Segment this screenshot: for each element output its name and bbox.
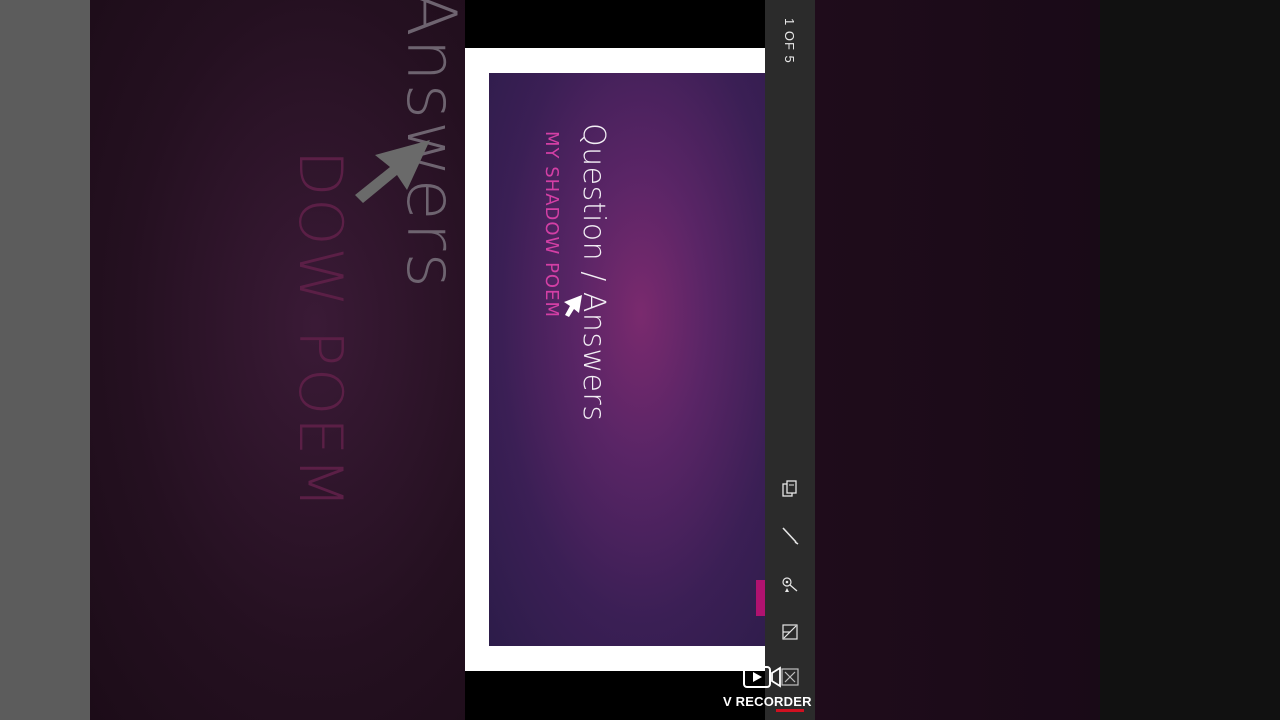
copy-icon: [782, 480, 797, 497]
resize-icon: [782, 624, 798, 640]
background-left-strip: [0, 0, 90, 720]
ghost-cursor-icon: [355, 140, 430, 203]
background-right-strip: [1100, 0, 1280, 720]
video-frame: Question / Answers MY SHADOW POEM 1 OF 5: [465, 0, 815, 720]
watermark-underline: [776, 709, 804, 712]
slide-title: Question / Answers: [576, 123, 611, 422]
watermark-label: V RECORDER: [723, 694, 812, 709]
cursor-icon: [564, 295, 582, 317]
slide-subtitle: MY SHADOW POEM: [541, 131, 562, 318]
slide-frame: Question / Answers MY SHADOW POEM: [465, 48, 765, 671]
video-recorder-icon: [743, 666, 799, 688]
copy-button[interactable]: [779, 478, 801, 500]
slide: Question / Answers MY SHADOW POEM: [489, 73, 765, 646]
viewer-toolbar: 1 OF 5: [765, 0, 815, 720]
pen-button[interactable]: [779, 524, 801, 546]
laser-pointer-button[interactable]: [779, 573, 801, 595]
blurred-background-left: Answers DOW POEM: [90, 0, 465, 720]
slide-accent-bar: [756, 580, 765, 616]
blurred-background-right: [815, 0, 1100, 720]
laser-pointer-icon: [782, 577, 798, 592]
pen-icon: [782, 527, 799, 545]
resize-button[interactable]: [779, 621, 801, 643]
page-counter: 1 OF 5: [782, 18, 797, 64]
